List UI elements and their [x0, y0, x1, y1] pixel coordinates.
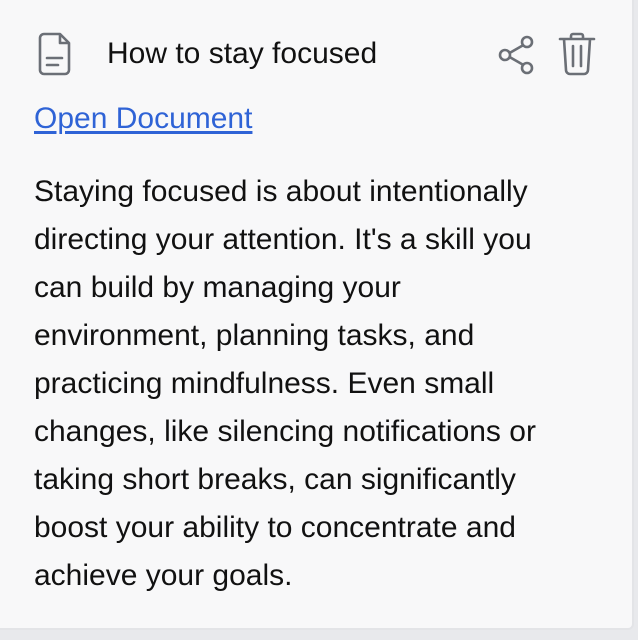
- summary-line: can build by managing your: [34, 271, 401, 304]
- summary-line: practicing mindfulness. Even small: [34, 367, 495, 400]
- document-title: How to stay focused: [107, 37, 378, 70]
- share-icon: [498, 35, 534, 75]
- trash-icon: [558, 32, 596, 76]
- document-icon: [36, 31, 76, 77]
- open-document-link[interactable]: Open Document: [34, 101, 252, 137]
- document-summary: Staying focused is about intentionally d…: [34, 168, 614, 600]
- document-card: How to stay focused Open Document Stayin…: [0, 0, 634, 630]
- card-header: How to stay focused: [0, 0, 634, 100]
- summary-line: directing your attention. It's a skill y…: [34, 223, 532, 256]
- summary-line: Staying focused is about intentionally: [34, 175, 528, 208]
- share-button[interactable]: [496, 34, 538, 76]
- summary-line: achieve your goals.: [34, 559, 293, 592]
- delete-button[interactable]: [556, 31, 598, 77]
- summary-line: environment, planning tasks, and: [34, 319, 475, 352]
- summary-line: taking short breaks, can significantly: [34, 463, 516, 496]
- summary-line: boost your ability to concentrate and: [34, 511, 516, 544]
- summary-line: changes, like silencing notifications or: [34, 415, 536, 448]
